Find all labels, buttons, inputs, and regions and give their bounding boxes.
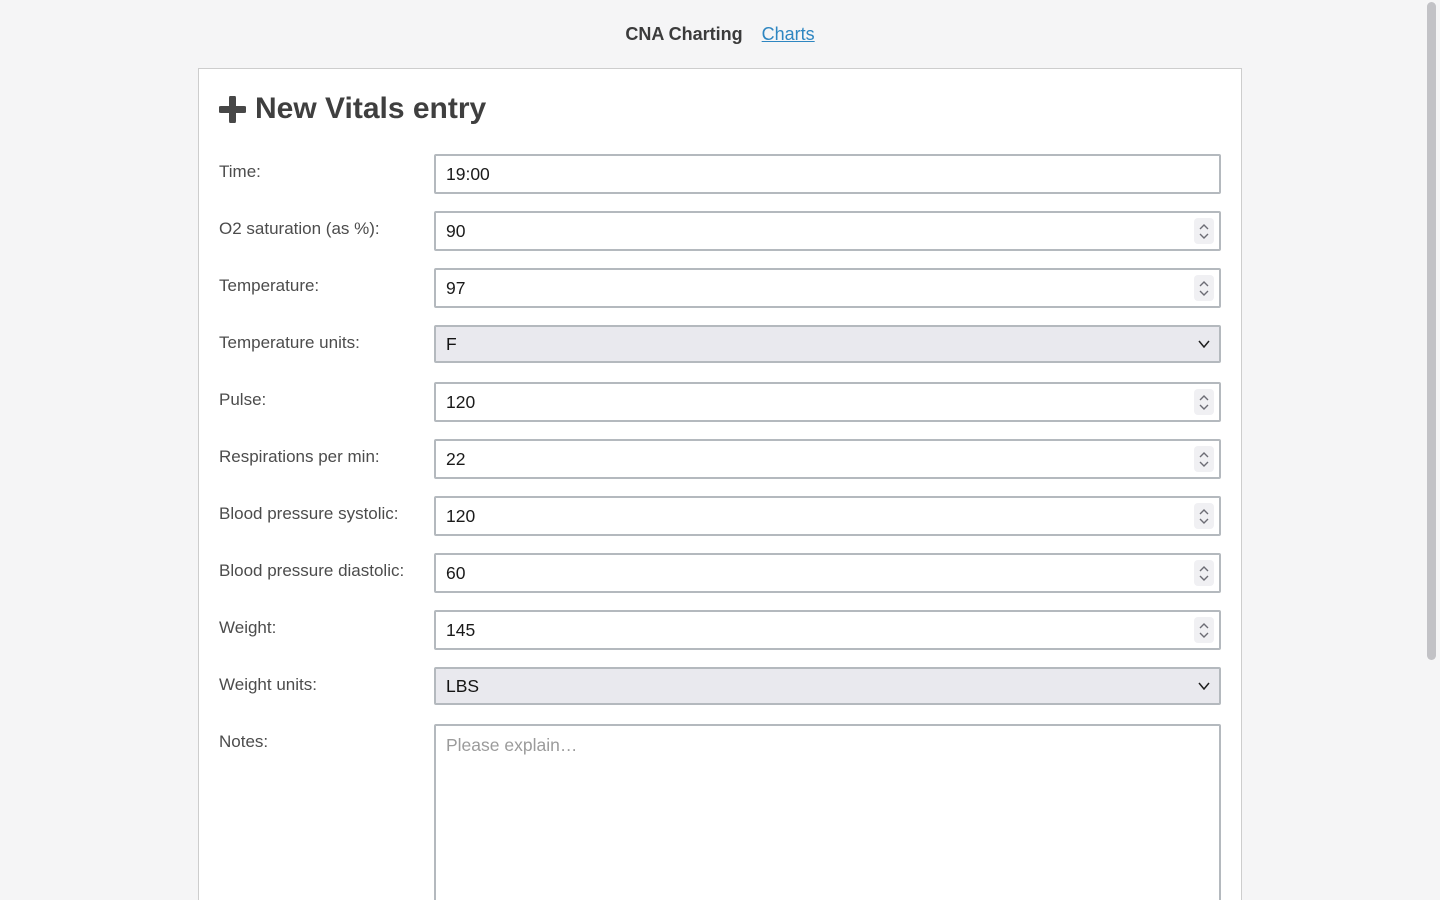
pulse-field-wrap bbox=[434, 382, 1221, 422]
bp-systolic-field-wrap bbox=[434, 496, 1221, 536]
bp-diastolic-input[interactable] bbox=[434, 553, 1221, 593]
form-row-notes: Notes: bbox=[219, 724, 1221, 900]
form-row-weight: Weight: bbox=[219, 610, 1221, 650]
chevron-up-icon[interactable] bbox=[1199, 623, 1209, 629]
notes-label: Notes: bbox=[219, 724, 434, 752]
bp-systolic-input[interactable] bbox=[434, 496, 1221, 536]
notes-textarea[interactable] bbox=[434, 724, 1221, 900]
chevron-up-icon[interactable] bbox=[1199, 566, 1209, 572]
form-row-temperature-units: Temperature units: F bbox=[219, 325, 1221, 363]
chevron-up-icon[interactable] bbox=[1199, 224, 1209, 230]
plus-icon bbox=[219, 96, 246, 123]
form-row-pulse: Pulse: bbox=[219, 382, 1221, 422]
o2-saturation-spinner[interactable] bbox=[1194, 218, 1214, 244]
notes-field-wrap bbox=[434, 724, 1221, 900]
chevron-down-icon[interactable] bbox=[1199, 290, 1209, 296]
bp-systolic-label: Blood pressure systolic: bbox=[219, 496, 434, 524]
card-title-row: New Vitals entry bbox=[219, 91, 1221, 127]
form-row-weight-units: Weight units: LBS bbox=[219, 667, 1221, 705]
time-input[interactable] bbox=[434, 154, 1221, 194]
chevron-down-icon[interactable] bbox=[1199, 575, 1209, 581]
charts-link[interactable]: Charts bbox=[762, 24, 815, 44]
temperature-input[interactable] bbox=[434, 268, 1221, 308]
pulse-label: Pulse: bbox=[219, 382, 434, 410]
chevron-up-icon[interactable] bbox=[1199, 395, 1209, 401]
weight-input[interactable] bbox=[434, 610, 1221, 650]
chevron-down-icon[interactable] bbox=[1199, 233, 1209, 239]
respirations-spinner[interactable] bbox=[1194, 446, 1214, 472]
temperature-units-select[interactable]: F bbox=[434, 325, 1221, 363]
form-row-bp-systolic: Blood pressure systolic: bbox=[219, 496, 1221, 536]
respirations-field-wrap bbox=[434, 439, 1221, 479]
chevron-up-icon[interactable] bbox=[1199, 452, 1209, 458]
temperature-spinner[interactable] bbox=[1194, 275, 1214, 301]
chevron-down-icon[interactable] bbox=[1199, 461, 1209, 467]
temperature-field-wrap bbox=[434, 268, 1221, 308]
respirations-input[interactable] bbox=[434, 439, 1221, 479]
temperature-label: Temperature: bbox=[219, 268, 434, 296]
form-row-bp-diastolic: Blood pressure diastolic: bbox=[219, 553, 1221, 593]
o2-saturation-label: O2 saturation (as %): bbox=[219, 211, 434, 239]
form-row-respirations: Respirations per min: bbox=[219, 439, 1221, 479]
chevron-down-icon[interactable] bbox=[1199, 404, 1209, 410]
chevron-down-icon[interactable] bbox=[1199, 518, 1209, 524]
weight-units-label: Weight units: bbox=[219, 667, 434, 695]
page-title: New Vitals entry bbox=[255, 91, 486, 127]
weight-units-select[interactable]: LBS bbox=[434, 667, 1221, 705]
weight-spinner[interactable] bbox=[1194, 617, 1214, 643]
new-vitals-card: New Vitals entry Time: O2 saturation (as… bbox=[198, 68, 1242, 900]
bp-diastolic-spinner[interactable] bbox=[1194, 560, 1214, 586]
pulse-spinner[interactable] bbox=[1194, 389, 1214, 415]
page-header: CNA Charting Charts bbox=[0, 0, 1440, 44]
chevron-up-icon[interactable] bbox=[1199, 281, 1209, 287]
weight-units-field-wrap: LBS bbox=[434, 667, 1221, 705]
form-row-o2-saturation: O2 saturation (as %): bbox=[219, 211, 1221, 251]
pulse-input[interactable] bbox=[434, 382, 1221, 422]
o2-saturation-field-wrap bbox=[434, 211, 1221, 251]
app-title: CNA Charting bbox=[625, 24, 742, 44]
temperature-units-label: Temperature units: bbox=[219, 325, 434, 353]
temperature-units-field-wrap: F bbox=[434, 325, 1221, 363]
weight-label: Weight: bbox=[219, 610, 434, 638]
chevron-up-icon[interactable] bbox=[1199, 509, 1209, 515]
bp-diastolic-field-wrap bbox=[434, 553, 1221, 593]
form-row-temperature: Temperature: bbox=[219, 268, 1221, 308]
weight-field-wrap bbox=[434, 610, 1221, 650]
form-row-time: Time: bbox=[219, 154, 1221, 194]
vertical-scrollbar-thumb[interactable] bbox=[1427, 2, 1436, 660]
chevron-down-icon[interactable] bbox=[1199, 632, 1209, 638]
bp-diastolic-label: Blood pressure diastolic: bbox=[219, 553, 434, 581]
bp-systolic-spinner[interactable] bbox=[1194, 503, 1214, 529]
time-label: Time: bbox=[219, 154, 434, 182]
respirations-label: Respirations per min: bbox=[219, 439, 434, 467]
o2-saturation-input[interactable] bbox=[434, 211, 1221, 251]
time-field-wrap bbox=[434, 154, 1221, 194]
